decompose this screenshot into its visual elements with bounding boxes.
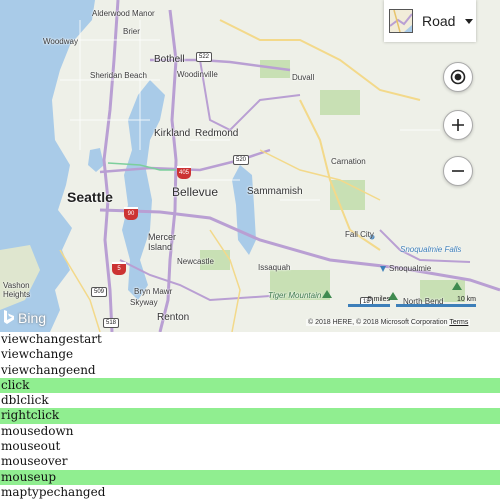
- label-skyway: Skyway: [130, 298, 158, 307]
- label-fall-city: Fall City: [345, 230, 374, 239]
- label-duvall: Duvall: [292, 73, 315, 82]
- interstate-shield-90: 90: [124, 207, 138, 220]
- label-woodinville: Woodinville: [177, 70, 218, 79]
- map-canvas[interactable]: Alderwood Manor Woodway Brier Bothell Sh…: [0, 0, 500, 332]
- label-sammamish: Sammamish: [247, 186, 303, 197]
- event-row-viewchangestart: viewchangestart: [1, 332, 102, 346]
- label-issaquah: Issaquah: [258, 263, 291, 272]
- chevron-down-icon: [465, 18, 474, 24]
- interstate-shield-5: 5: [112, 262, 126, 275]
- label-snoqualmie: Snoqualmie: [389, 264, 432, 273]
- scale-miles: 5 miles: [367, 296, 390, 303]
- scale-km: 10 km: [456, 296, 476, 303]
- label-vashon-heights: Vashon Heights: [3, 281, 31, 299]
- map-style-label: Road: [422, 13, 456, 29]
- map-style-picker[interactable]: Road: [384, 0, 476, 42]
- route-shield-520: 520: [233, 155, 250, 165]
- label-kirkland: Kirkland: [154, 128, 191, 139]
- label-carnation: Carnation: [331, 157, 366, 166]
- label-bryn-mawr: Bryn Mawr: [134, 287, 173, 296]
- label-bothell: Bothell: [154, 54, 185, 65]
- event-row-mousedown: mousedown: [1, 423, 74, 438]
- label-newcastle: Newcastle: [177, 257, 214, 266]
- copyright-text: © 2018 HERE, © 2018 Microsoft Corporatio…: [308, 319, 448, 326]
- event-row-mouseout: mouseout: [1, 439, 61, 454]
- label-seattle: Seattle: [67, 189, 113, 205]
- bing-logo-text: Bing: [18, 310, 47, 326]
- route-shield-522: 522: [196, 52, 213, 62]
- label-brier: Brier: [123, 27, 140, 36]
- route-shield-518: 518: [103, 318, 120, 328]
- event-log: viewchangestart viewchange viewchangeend cl…: [0, 332, 500, 500]
- label-woodway: Woodway: [43, 37, 78, 46]
- event-row-dblclick: dblclick: [1, 393, 49, 408]
- event-row-mouseover: mouseover: [1, 454, 68, 469]
- event-row-click: click: [0, 377, 500, 394]
- locate-me-icon: [450, 69, 466, 85]
- event-row-rightclick: rightclick: [0, 408, 500, 424]
- locate-me-button[interactable]: [443, 62, 473, 92]
- label-bellevue: Bellevue: [172, 185, 219, 199]
- event-row-mouseup: mouseup: [0, 469, 500, 485]
- terms-link[interactable]: Terms: [449, 319, 468, 326]
- plus-icon: [452, 119, 464, 131]
- event-row-maptypechanged: maptypechanged: [1, 484, 106, 499]
- label-tiger-mountain: Tiger Mountain: [268, 291, 322, 300]
- scale-bar-miles: [348, 304, 390, 307]
- event-row-viewchange: viewchange: [1, 347, 74, 362]
- map-copyright: © 2018 HERE, © 2018 Microsoft Corporatio…: [306, 319, 471, 326]
- route-shield-509: 509: [91, 287, 108, 297]
- minus-icon: [452, 170, 464, 172]
- event-row-viewchangeend: viewchangeend: [1, 362, 96, 377]
- label-redmond: Redmond: [195, 128, 239, 139]
- road-map-icon: [389, 9, 413, 33]
- label-renton: Renton: [157, 312, 190, 323]
- interstate-shield-405: 405: [177, 166, 191, 179]
- label-mercer-island: Mercer Island: [148, 232, 177, 252]
- map-scale: 5 miles 10 km: [348, 296, 476, 307]
- label-sheridan-beach: Sheridan Beach: [90, 71, 147, 80]
- label-alderwood-manor: Alderwood Manor: [92, 9, 155, 18]
- map-base-layer: [0, 0, 500, 332]
- bing-b-icon: [4, 310, 14, 324]
- label-snoqualmie-falls: Snoqualmie Falls: [400, 245, 462, 254]
- scale-bar-km: [396, 304, 476, 307]
- zoom-in-button[interactable]: [443, 110, 473, 140]
- zoom-out-button[interactable]: [443, 156, 473, 186]
- bing-logo: Bing: [3, 310, 46, 326]
